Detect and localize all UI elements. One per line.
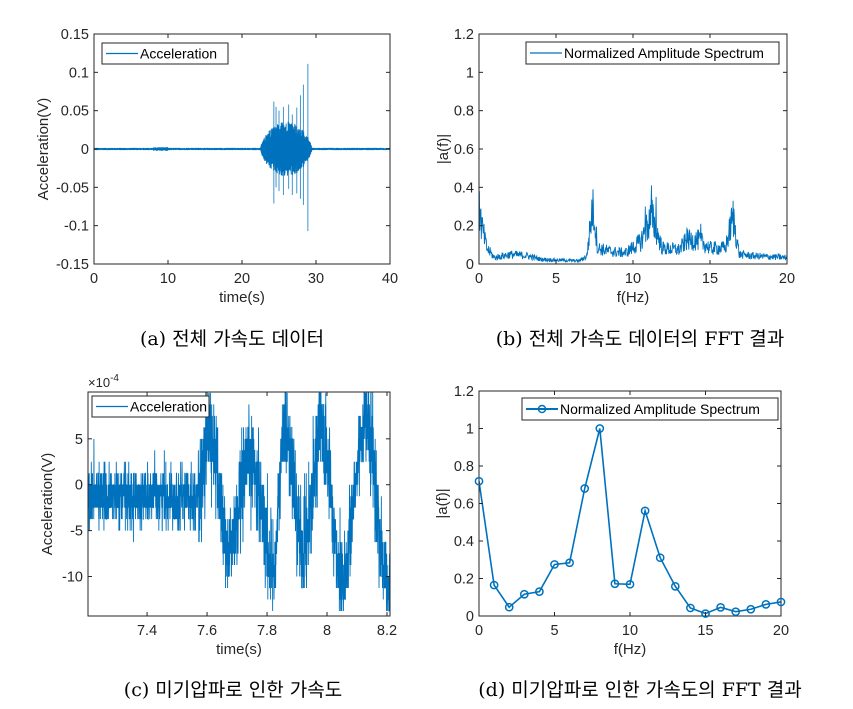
y-tick-label: 0.05 bbox=[61, 104, 89, 120]
y-tick-label: 0.2 bbox=[454, 219, 474, 235]
panel-a-legend: Acceleration bbox=[101, 42, 229, 65]
panel-d-legend-label: Normalized Amplitude Spectrum bbox=[560, 401, 760, 417]
x-tick-label: 15 bbox=[702, 271, 718, 287]
y-tick-label: 1.2 bbox=[454, 384, 474, 400]
x-tick-label: 10 bbox=[625, 271, 641, 287]
panel-d-x-axis-label: f(Hz) bbox=[614, 641, 647, 658]
panel-a-y-axis-label: Acceleration(V) bbox=[35, 98, 52, 201]
panel-b-legend-label: Normalized Amplitude Spectrum bbox=[564, 45, 764, 61]
y-tick-label: 0 bbox=[466, 609, 474, 625]
panel-c-legend: Acceleration bbox=[91, 395, 210, 418]
panel-c-pressure-wave-acceleration: 7.4 7.6 7.8 8 8.2 -10 -5 0 5 ×10-4 time(s) Accel… bbox=[39, 373, 397, 701]
y-tick-label: 1 bbox=[466, 422, 474, 438]
panel-b-fft-full: 0 5 10 15 20 0 0.2 0.4 0.6 0.8 1 1.2 f(Hz) |a(f)| N… bbox=[435, 27, 795, 350]
panel-d-plot-area bbox=[479, 428, 781, 615]
y-tick-label: -0.1 bbox=[64, 219, 89, 235]
y-tick-label: 1.2 bbox=[454, 27, 474, 43]
panel-a-x-axis-label: time(s) bbox=[219, 289, 265, 306]
x-tick-label: 0 bbox=[90, 271, 98, 287]
x-tick-label: 0 bbox=[475, 623, 483, 639]
y-tick-label: 0.4 bbox=[454, 180, 474, 196]
y-tick-label: 0 bbox=[81, 142, 89, 158]
panel-b-y-axis-label: |a(f)| bbox=[435, 134, 452, 164]
y-tick-label: 0.8 bbox=[454, 104, 474, 120]
x-tick-label: 10 bbox=[622, 623, 638, 639]
y-tick-label: -5 bbox=[70, 524, 83, 540]
acceleration-series-line bbox=[94, 121, 390, 176]
panel-c-x-axis-label: time(s) bbox=[216, 641, 262, 658]
y-tick-label: 0 bbox=[466, 257, 474, 273]
panel-b-x-axis-label: f(Hz) bbox=[617, 289, 650, 306]
x-tick-label: 20 bbox=[234, 271, 250, 287]
panel-b-axes-box bbox=[478, 33, 788, 265]
y-tick-label: 0.8 bbox=[454, 459, 474, 475]
x-tick-label: 7.6 bbox=[197, 623, 217, 639]
x-tick-label: 7.4 bbox=[137, 623, 157, 639]
panel-c-caption: (c) 미기압파로 인한 가속도 bbox=[124, 679, 342, 701]
y-tick-label: 0.6 bbox=[454, 142, 474, 158]
spectrum-series-line bbox=[479, 185, 787, 264]
x-tick-label: 5 bbox=[552, 271, 560, 287]
panel-c-y-exponent-label: ×10-4 bbox=[88, 373, 119, 390]
x-tick-label: 30 bbox=[308, 271, 324, 287]
x-tick-label: 10 bbox=[160, 271, 176, 287]
y-tick-label: 0 bbox=[75, 478, 83, 494]
y-tick-label: -0.15 bbox=[56, 257, 89, 273]
y-tick-label: 0.4 bbox=[454, 534, 474, 550]
panel-a-legend-label: Acceleration bbox=[140, 46, 217, 62]
spectrum-series-line bbox=[479, 428, 781, 615]
x-tick-label: 7.8 bbox=[257, 623, 277, 639]
figure: 0 10 20 30 40-0.15-0.1-0.0500.050.10.15 time… bbox=[35, 27, 802, 701]
panel-d-y-axis-label: |a(f)| bbox=[434, 488, 451, 518]
panel-a-caption: (a) 전체 가속도 데이터 bbox=[140, 328, 324, 350]
panel-d-caption: (d) 미기압파로 인한 가속도의 FFT 결과 bbox=[478, 679, 801, 701]
x-tick-label: 20 bbox=[773, 623, 789, 639]
panel-c-legend-label: Acceleration bbox=[130, 399, 207, 415]
panel-d-fft-pressure-wave: 0 5 10 15 20 0 0.2 0.4 0.6 0.8 1 1.2 f(Hz) |a(f)| (… bbox=[434, 384, 802, 701]
panel-a-ticks: 0 10 20 30 40 -0.15 -0.1 -0.05 0 0.05 0.1 0.15 bbox=[56, 27, 398, 287]
panel-d-legend: Normalized Amplitude Spectrum bbox=[521, 397, 779, 421]
y-tick-label: -0.05 bbox=[56, 180, 89, 196]
y-tick-label: 0.6 bbox=[454, 497, 474, 513]
y-tick-label: 0.2 bbox=[454, 572, 474, 588]
y-tick-label: 0.1 bbox=[69, 65, 89, 81]
x-tick-label: 20 bbox=[779, 271, 795, 287]
panel-b-legend: Normalized Amplitude Spectrum bbox=[525, 41, 780, 65]
panel-a-plot-area bbox=[94, 63, 390, 232]
panel-b-caption: (b) 전체 가속도 데이터의 FFT 결과 bbox=[496, 328, 785, 350]
x-tick-label: 0 bbox=[475, 271, 483, 287]
x-tick-label: 5 bbox=[550, 623, 558, 639]
y-tick-label: 0.15 bbox=[61, 27, 89, 43]
x-tick-label: 40 bbox=[382, 271, 398, 287]
y-tick-label: -10 bbox=[62, 570, 83, 586]
x-tick-label: 15 bbox=[697, 623, 713, 639]
x-tick-label: 8 bbox=[323, 623, 331, 639]
panel-a-time-history: 0 10 20 30 40 -0.15 -0.1 -0.05 0 0.05 0.1 0.15 time… bbox=[35, 27, 398, 350]
panel-b-ticks: 0 5 10 15 20 0 0.2 0.4 0.6 0.8 1 1.2 bbox=[454, 27, 795, 287]
y-tick-label: 1 bbox=[466, 65, 474, 81]
x-tick-label: 8.2 bbox=[377, 623, 397, 639]
panel-b-plot-area bbox=[479, 185, 787, 264]
y-tick-label: 5 bbox=[75, 432, 83, 448]
panel-c-y-axis-label: Acceleration(V) bbox=[39, 453, 56, 556]
